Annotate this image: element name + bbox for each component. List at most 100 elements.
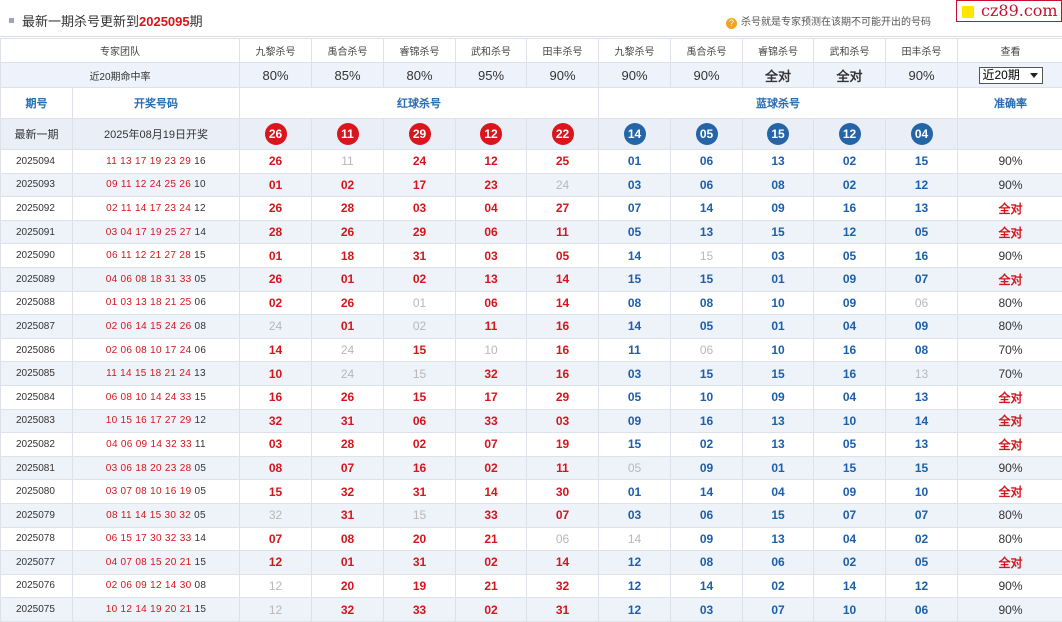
blue-ball: 12 (839, 123, 861, 145)
draw-blue-number: 12 (195, 415, 207, 426)
period-cell: 2025084 (1, 385, 73, 409)
period-cell: 2025094 (1, 150, 73, 174)
blue-kill-cell: 13 (743, 433, 814, 457)
draw-blue-number: 05 (195, 274, 207, 285)
blue-kill-cell: 13 (743, 150, 814, 174)
blue-kill-cell: 14 (886, 409, 958, 433)
expert-team-label: 专家团队 (1, 39, 240, 63)
blue-kill-cell: 05 (599, 385, 671, 409)
accuracy-cell: 全对 (958, 220, 1062, 244)
red-kill-cell: 19 (527, 433, 599, 457)
draw-numbers-cell: 02 06 08 10 17 24 06 (73, 338, 240, 362)
draw-numbers-cell: 04 06 09 14 32 33 11 (73, 433, 240, 457)
history-row: 202508103 06 18 20 23 28 050807160211050… (1, 456, 1062, 480)
draw-blue-number: 05 (195, 486, 207, 497)
site-logo[interactable]: cz89.com (956, 0, 1062, 22)
red-kill-cell: 03 (384, 197, 456, 221)
period-header: 期号 (1, 88, 73, 119)
history-row: 202508511 14 15 18 21 24 131024153216031… (1, 362, 1062, 386)
red-kill-cell: 15 (384, 503, 456, 527)
draw-blue-number: 15 (194, 250, 206, 261)
red-kill-cell: 14 (240, 338, 312, 362)
draw-numbers-cell: 06 11 12 21 27 28 15 (73, 244, 240, 268)
red-kill-cell: 02 (312, 173, 384, 197)
accuracy-cell: 全对 (958, 551, 1062, 575)
period-cell: 2025089 (1, 267, 73, 291)
expert-team-row: 专家团队 九黎杀号 禹合杀号 睿锦杀号 武和杀号 田丰杀号 九黎杀号 禹合杀号 … (1, 39, 1062, 63)
draw-numbers-cell: 10 15 16 17 27 29 12 (73, 409, 240, 433)
latest-red-cell: 29 (384, 119, 456, 150)
accuracy-cell: 90% (958, 244, 1062, 268)
expert-blue-2: 禹合杀号 (671, 39, 743, 63)
blue-kill-cell: 12 (886, 173, 958, 197)
red-kill-cell: 01 (312, 551, 384, 575)
accuracy-cell: 70% (958, 362, 1062, 386)
period-cell: 2025093 (1, 173, 73, 197)
draw-red-numbers: 02 06 09 12 14 30 (106, 580, 192, 591)
red-kill-cell: 26 (312, 291, 384, 315)
draw-blue-number: 06 (195, 297, 207, 308)
kill-number-table: 专家团队 九黎杀号 禹合杀号 睿锦杀号 武和杀号 田丰杀号 九黎杀号 禹合杀号 … (0, 38, 1062, 622)
blue-kill-cell: 15 (743, 220, 814, 244)
blue-kill-cell: 15 (814, 456, 886, 480)
red-kill-cell: 32 (527, 574, 599, 598)
history-row: 202508406 08 10 14 24 33 151626151729051… (1, 385, 1062, 409)
red-kill-cell: 12 (240, 551, 312, 575)
draw-red-numbers: 04 07 08 15 20 21 (106, 557, 192, 568)
blue-kill-cell: 15 (743, 503, 814, 527)
blue-kill-cell: 02 (814, 173, 886, 197)
blue-kill-cell: 03 (743, 244, 814, 268)
red-kill-cell: 31 (384, 244, 456, 268)
red-kill-cell: 29 (527, 385, 599, 409)
blue-kill-cell: 12 (814, 220, 886, 244)
blue-kill-cell: 13 (886, 197, 958, 221)
red-kill-cell: 01 (312, 315, 384, 339)
period-range-select[interactable]: 近20期 (979, 67, 1043, 84)
blue-kill-cell: 04 (814, 315, 886, 339)
red-kill-cell: 28 (312, 433, 384, 457)
draw-red-numbers: 06 08 10 14 24 33 (106, 392, 192, 403)
blue-kill-cell: 16 (671, 409, 743, 433)
red-kill-cell: 21 (456, 574, 527, 598)
draw-numbers-cell: 06 08 10 14 24 33 15 (73, 385, 240, 409)
blue-kill-cell: 12 (599, 574, 671, 598)
red-kill-cell: 30 (527, 480, 599, 504)
red-kill-cell: 01 (384, 291, 456, 315)
blue-kill-cell: 05 (599, 456, 671, 480)
history-row: 202509006 11 12 21 27 28 150118310305141… (1, 244, 1062, 268)
history-row: 202507602 06 09 12 14 30 081220192132121… (1, 574, 1062, 598)
draw-red-numbers: 10 12 14 19 20 21 (106, 604, 192, 615)
latest-draw-date: 2025年08月19日开奖 (73, 119, 240, 150)
draw-red-numbers: 02 06 14 15 24 26 (106, 321, 192, 332)
red-kill-cell: 03 (527, 409, 599, 433)
blue-kill-cell: 02 (814, 150, 886, 174)
red-kill-cell: 24 (312, 362, 384, 386)
blue-kill-cell: 02 (814, 551, 886, 575)
blue-kill-cell: 07 (886, 267, 958, 291)
red-kill-cell: 12 (240, 598, 312, 622)
red-kill-cell: 01 (240, 173, 312, 197)
blue-kill-cell: 15 (671, 267, 743, 291)
red-kill-cell: 26 (312, 385, 384, 409)
draw-blue-number: 06 (195, 345, 207, 356)
hit-rate-red-3: 80% (384, 63, 456, 88)
red-kill-cell: 24 (312, 338, 384, 362)
blue-kill-cell: 16 (814, 362, 886, 386)
red-kill-cell: 04 (456, 197, 527, 221)
blue-kill-cell: 09 (814, 480, 886, 504)
draw-blue-number: 15 (195, 392, 207, 403)
draw-blue-number: 14 (195, 227, 207, 238)
blue-kill-cell: 04 (814, 527, 886, 551)
red-kill-cell: 01 (240, 244, 312, 268)
blue-kill-cell: 01 (743, 315, 814, 339)
draw-blue-number: 15 (195, 604, 207, 615)
red-kill-cell: 26 (312, 220, 384, 244)
blue-kill-cell: 05 (886, 220, 958, 244)
red-kill-cell: 33 (456, 503, 527, 527)
expert-blue-4: 武和杀号 (814, 39, 886, 63)
history-row: 202509202 11 14 17 23 24 122628030427071… (1, 197, 1062, 221)
latest-red-cell: 26 (240, 119, 312, 150)
blue-kill-cell: 15 (671, 362, 743, 386)
red-kill-cell: 24 (240, 315, 312, 339)
red-kill-cell: 03 (456, 244, 527, 268)
